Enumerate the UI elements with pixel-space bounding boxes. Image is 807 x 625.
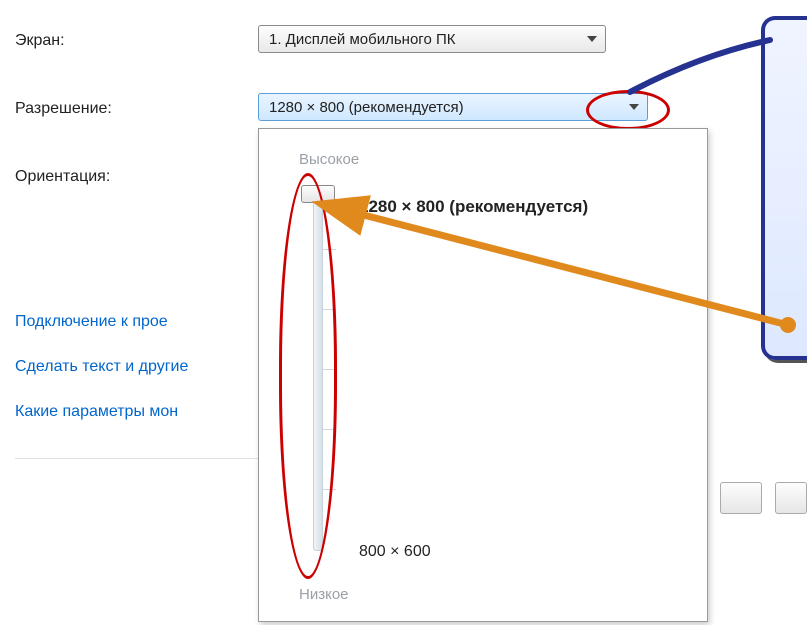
orientation-label: Ориентация: [15, 168, 110, 186]
link-text-size[interactable]: Сделать текст и другие [15, 345, 188, 390]
slider-track [313, 189, 323, 551]
resolution-label: Разрешение: [15, 100, 112, 118]
dialog-button-1[interactable] [720, 482, 762, 514]
slider-thumb[interactable] [301, 185, 335, 203]
chevron-down-icon [587, 36, 597, 42]
resolution-popup: Высокое 1280 × 800 (рекомендуется) 800 ×… [258, 128, 708, 622]
link-monitor-params[interactable]: Какие параметры мон [15, 390, 188, 435]
callout-box [761, 16, 807, 360]
resolution-dropdown[interactable]: 1280 × 800 (рекомендуется) [258, 93, 648, 121]
resolution-slider[interactable] [289, 189, 349, 549]
dialog-button-2[interactable] [775, 482, 807, 514]
link-projector[interactable]: Подключение к прое [15, 300, 188, 345]
slider-min-value: 800 × 600 [359, 543, 431, 561]
slider-high-label: Высокое [299, 151, 359, 168]
screen-dropdown-value: 1. Дисплей мобильного ПК [269, 31, 455, 48]
resolution-dropdown-value: 1280 × 800 (рекомендуется) [269, 99, 464, 116]
links-block: Подключение к прое Сделать текст и други… [15, 300, 188, 434]
slider-low-label: Низкое [299, 586, 349, 603]
slider-max-value: 1280 × 800 (рекомендуется) [359, 197, 588, 217]
chevron-down-icon [629, 104, 639, 110]
screen-dropdown[interactable]: 1. Дисплей мобильного ПК [258, 25, 606, 53]
screen-label: Экран: [15, 32, 65, 50]
